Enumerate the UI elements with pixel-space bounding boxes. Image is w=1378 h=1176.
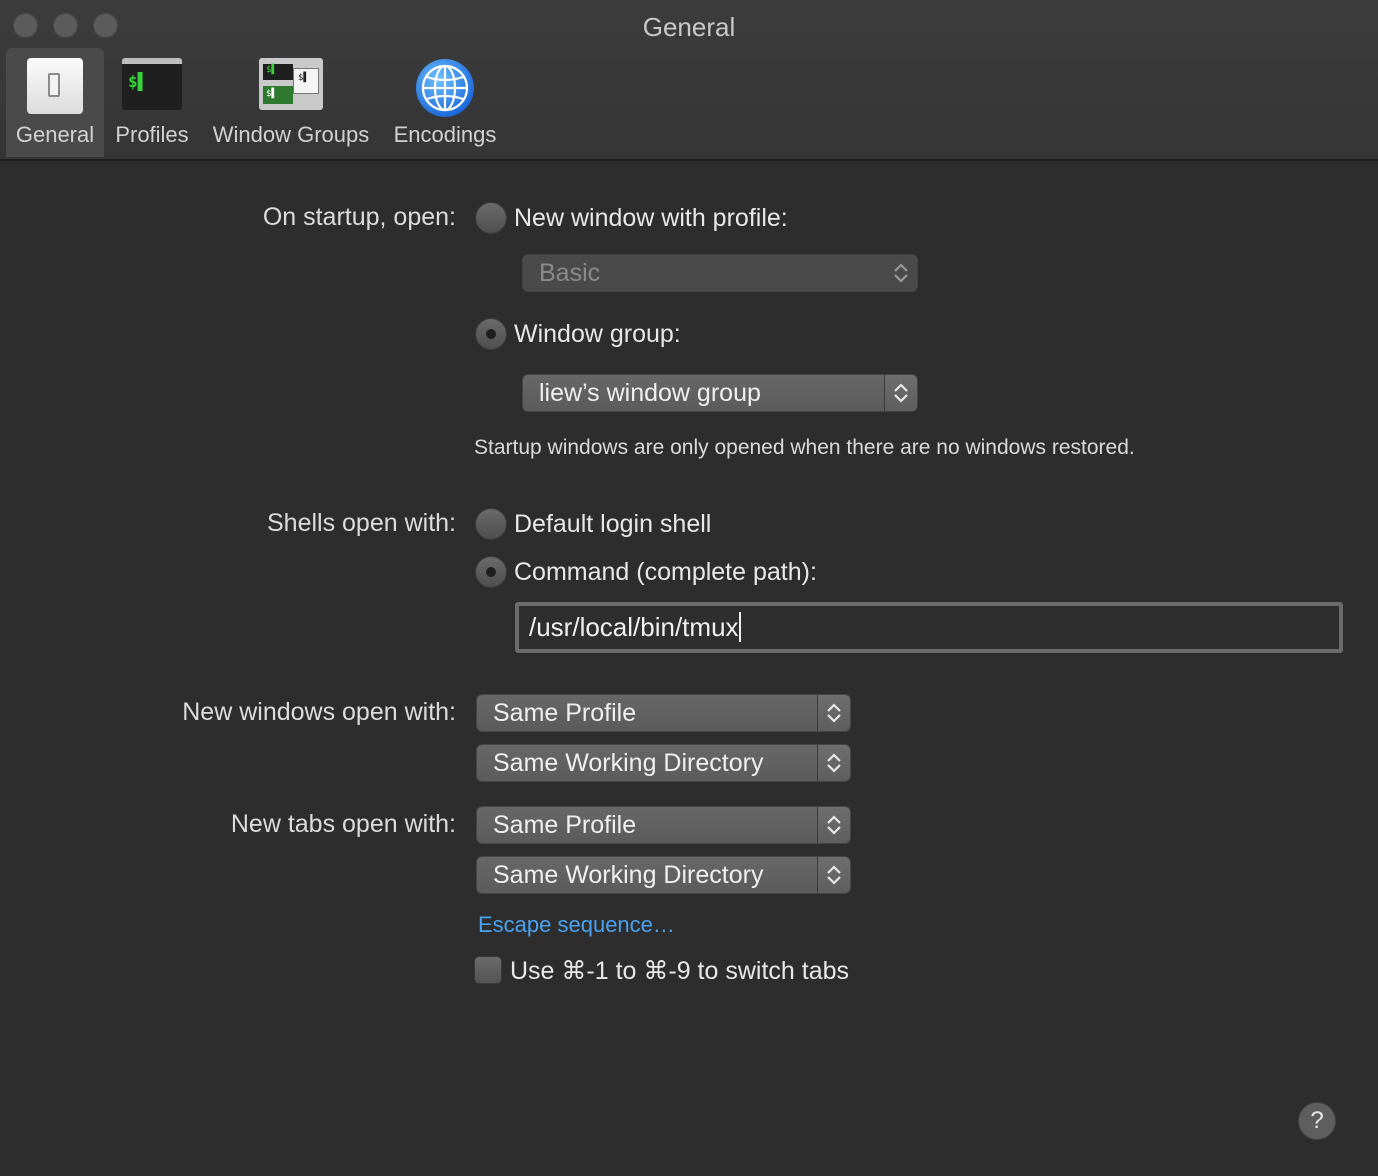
- tab-label: Profiles: [115, 122, 189, 147]
- switch-tabs-checkbox[interactable]: [474, 956, 502, 984]
- chevron-updown-icon: [885, 255, 917, 291]
- help-button[interactable]: ?: [1298, 1102, 1336, 1140]
- new-tabs-directory-value: Same Working Directory: [493, 861, 764, 889]
- tab-profiles[interactable]: $▌ Profiles: [106, 48, 198, 157]
- chevron-updown-icon: [817, 807, 850, 843]
- command-path-input[interactable]: /usr/local/bin/tmux: [515, 602, 1343, 653]
- new-tabs-directory-popup[interactable]: Same Working Directory: [476, 856, 851, 894]
- window-group-popup-value: liew’s window group: [539, 379, 761, 407]
- window-title: General: [642, 12, 736, 42]
- command-option-label: Command (complete path):: [514, 558, 817, 586]
- chevron-updown-icon: [817, 695, 850, 731]
- escape-sequence-link[interactable]: Escape sequence…: [478, 912, 675, 938]
- window-group-option-label: Window group:: [514, 320, 681, 348]
- default-login-shell-radio[interactable]: [475, 508, 507, 540]
- tab-general[interactable]: General: [6, 48, 104, 157]
- startup-label: On startup, open:: [262, 203, 456, 231]
- new-tabs-profile-value: Same Profile: [493, 811, 637, 839]
- terminal-profile-icon: $▌: [122, 58, 182, 110]
- chevron-updown-icon: [817, 745, 850, 781]
- profile-popup-value: Basic: [539, 259, 601, 287]
- globe-icon: [416, 59, 474, 117]
- command-radio[interactable]: [475, 556, 507, 588]
- text-caret: [738, 612, 741, 642]
- new-windows-directory-value: Same Working Directory: [493, 749, 764, 777]
- tab-encodings[interactable]: Encodings: [384, 48, 506, 157]
- window-group-popup[interactable]: liew’s window group: [522, 374, 918, 412]
- window-group-radio[interactable]: [475, 318, 507, 350]
- tab-label: Window Groups: [212, 122, 370, 147]
- command-path-value: /usr/local/bin/tmux: [529, 612, 739, 642]
- new-tabs-label: New tabs open with:: [230, 810, 456, 838]
- tab-label: Encodings: [393, 122, 497, 147]
- new-tabs-profile-popup[interactable]: Same Profile: [476, 806, 851, 844]
- new-windows-label: New windows open with:: [182, 698, 456, 726]
- window-groups-icon: $▌ $▌ $▌: [259, 58, 323, 110]
- preferences-window: General General $▌ Profiles $▌ $▌ $▌ Win…: [0, 0, 1378, 1176]
- tab-label: General: [15, 122, 95, 147]
- new-window-option-label: New window with profile:: [514, 204, 788, 232]
- startup-note: Startup windows are only opened when the…: [474, 436, 1135, 459]
- profile-popup[interactable]: Basic: [522, 254, 918, 292]
- new-window-radio[interactable]: [475, 202, 507, 234]
- default-login-shell-label: Default login shell: [514, 510, 712, 538]
- chevron-updown-icon: [817, 857, 850, 893]
- chevron-updown-icon: [884, 375, 917, 411]
- new-windows-directory-popup[interactable]: Same Working Directory: [476, 744, 851, 782]
- new-windows-profile-value: Same Profile: [493, 699, 637, 727]
- tab-window-groups[interactable]: $▌ $▌ $▌ Window Groups: [202, 48, 380, 157]
- title-bar: General General $▌ Profiles $▌ $▌ $▌ Win…: [0, 0, 1378, 161]
- switch-tabs-checkbox-label: Use ⌘-1 to ⌘-9 to switch tabs: [510, 957, 850, 985]
- shells-label: Shells open with:: [266, 509, 456, 537]
- new-windows-profile-popup[interactable]: Same Profile: [476, 694, 851, 732]
- general-prefs-icon: [27, 58, 83, 114]
